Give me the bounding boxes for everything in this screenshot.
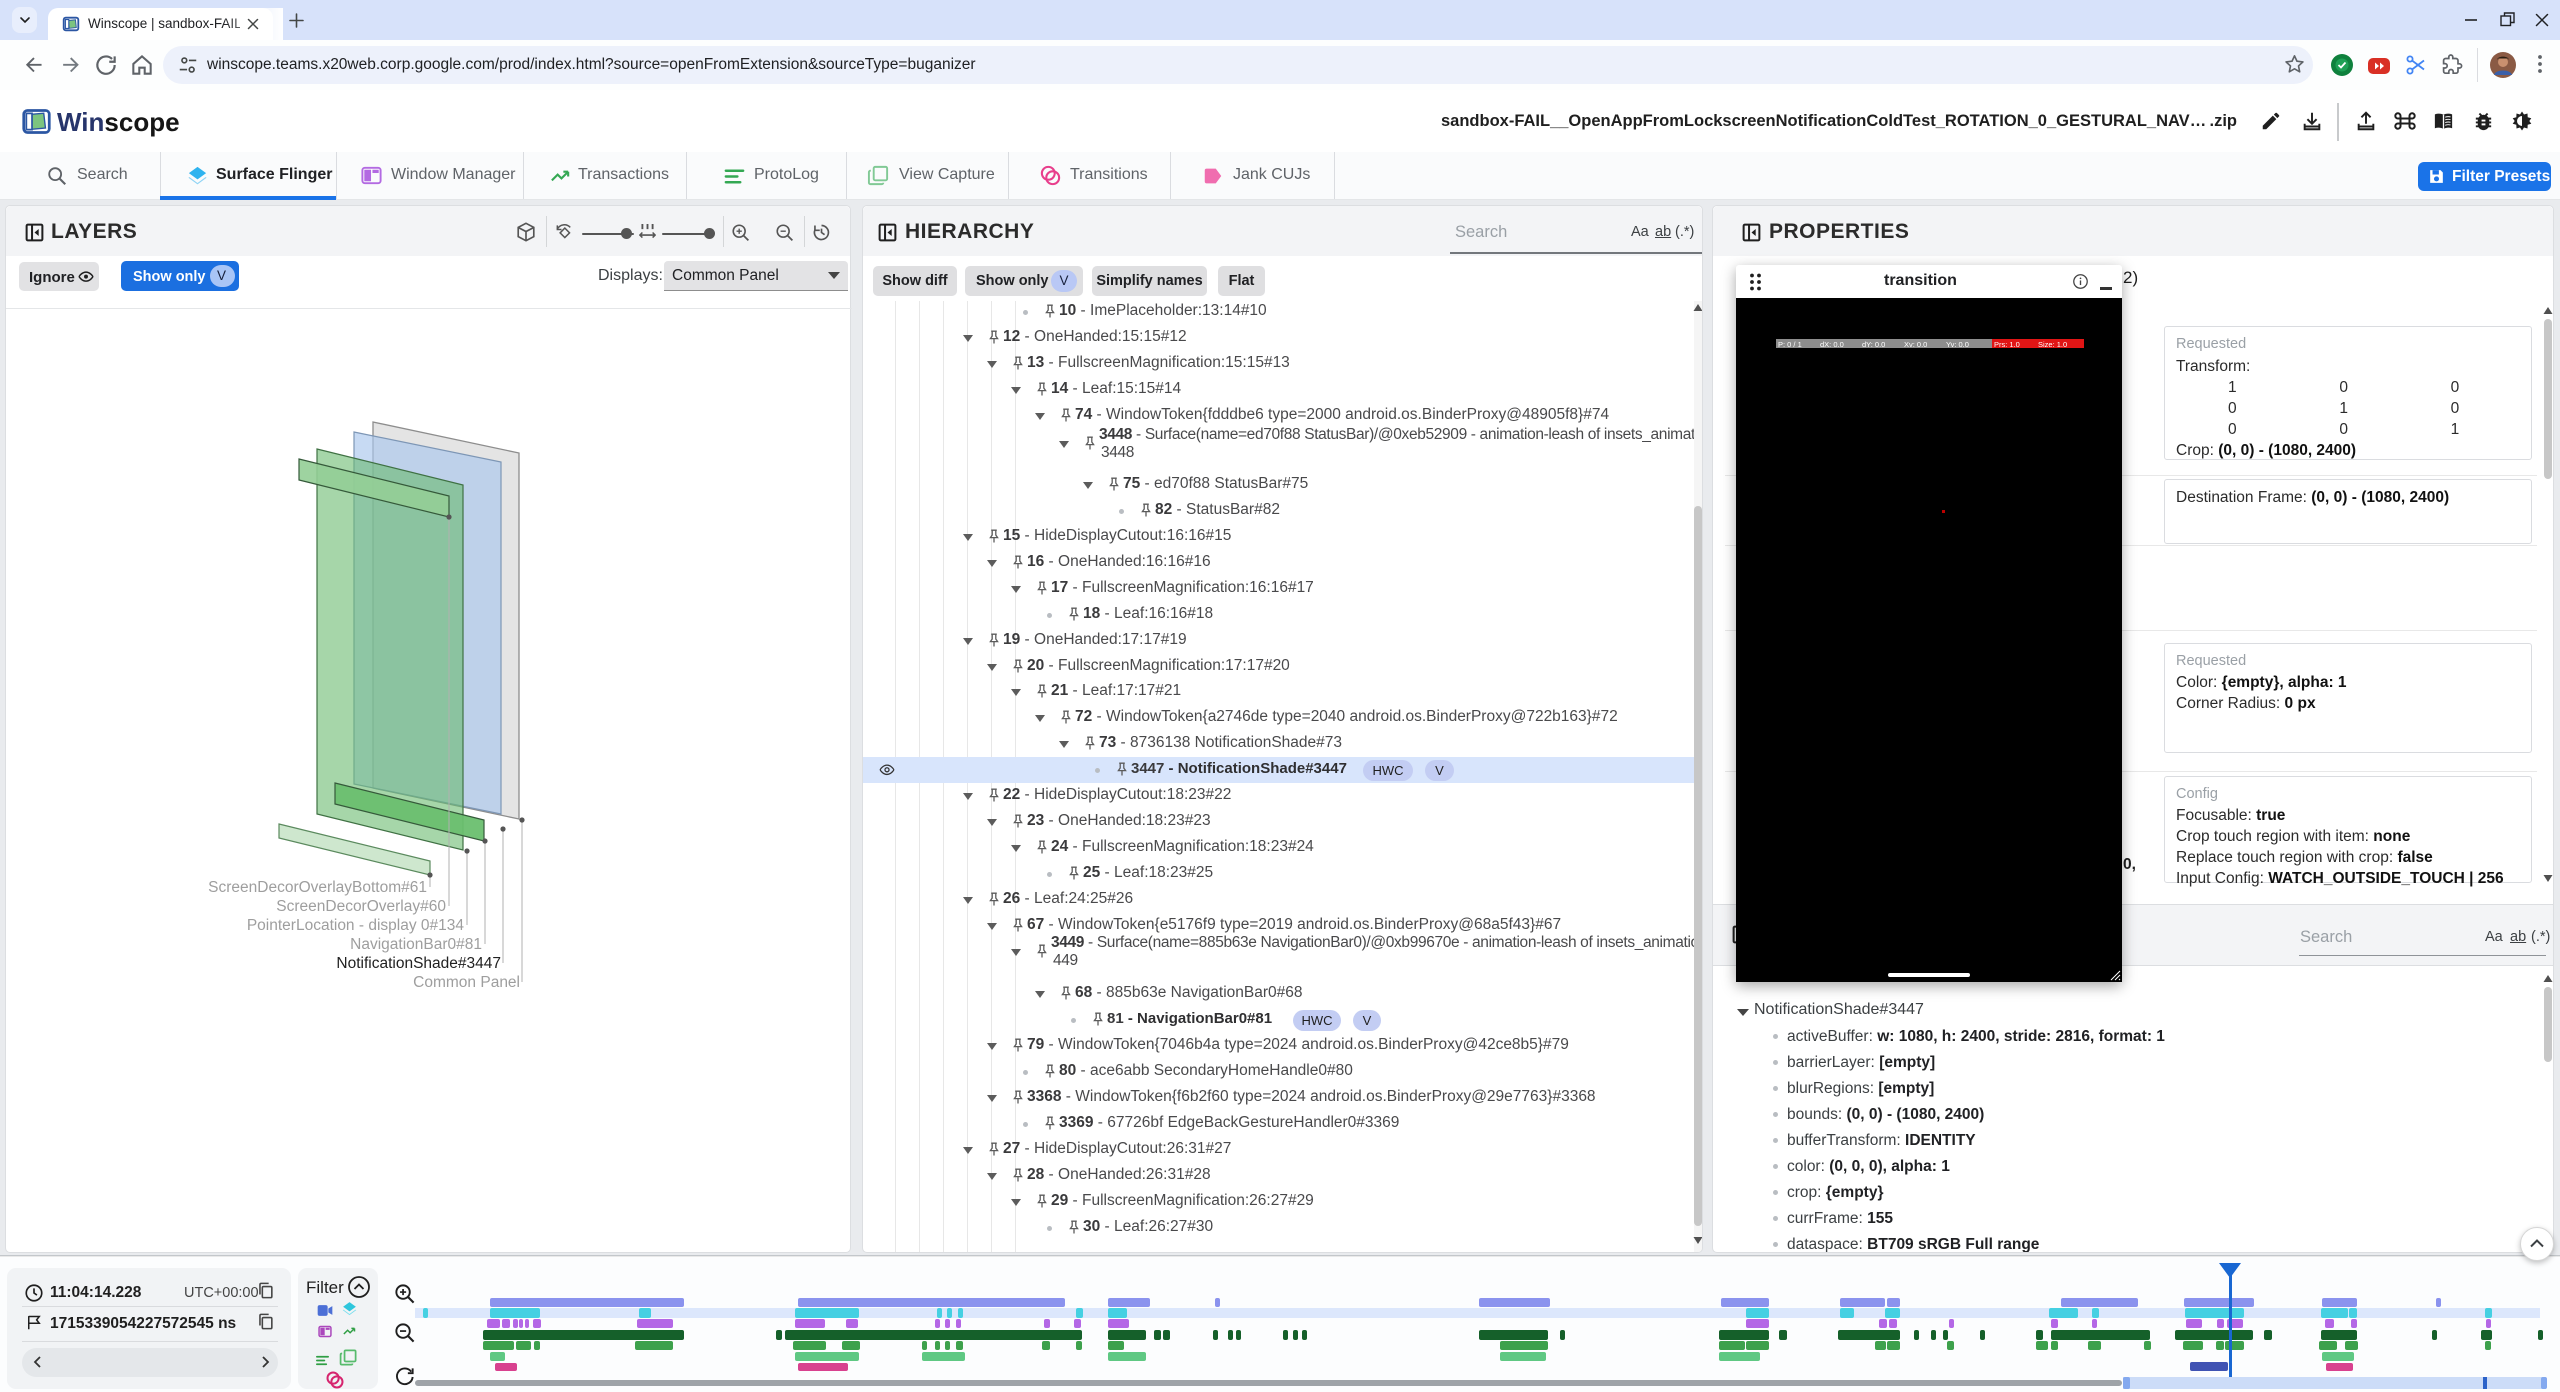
svg-text:ScreenDecorOverlayBottom#61: ScreenDecorOverlayBottom#61 xyxy=(208,879,427,896)
svg-text:NavigationBar0#81: NavigationBar0#81 xyxy=(350,936,482,953)
svg-text:NotificationShade#3447: NotificationShade#3447 xyxy=(336,955,501,972)
svg-text:PointerLocation - display 0#13: PointerLocation - display 0#134 xyxy=(247,917,465,934)
svg-text:ScreenDecorOverlay#60: ScreenDecorOverlay#60 xyxy=(276,898,446,915)
svg-text:Common Panel: Common Panel xyxy=(413,974,520,991)
